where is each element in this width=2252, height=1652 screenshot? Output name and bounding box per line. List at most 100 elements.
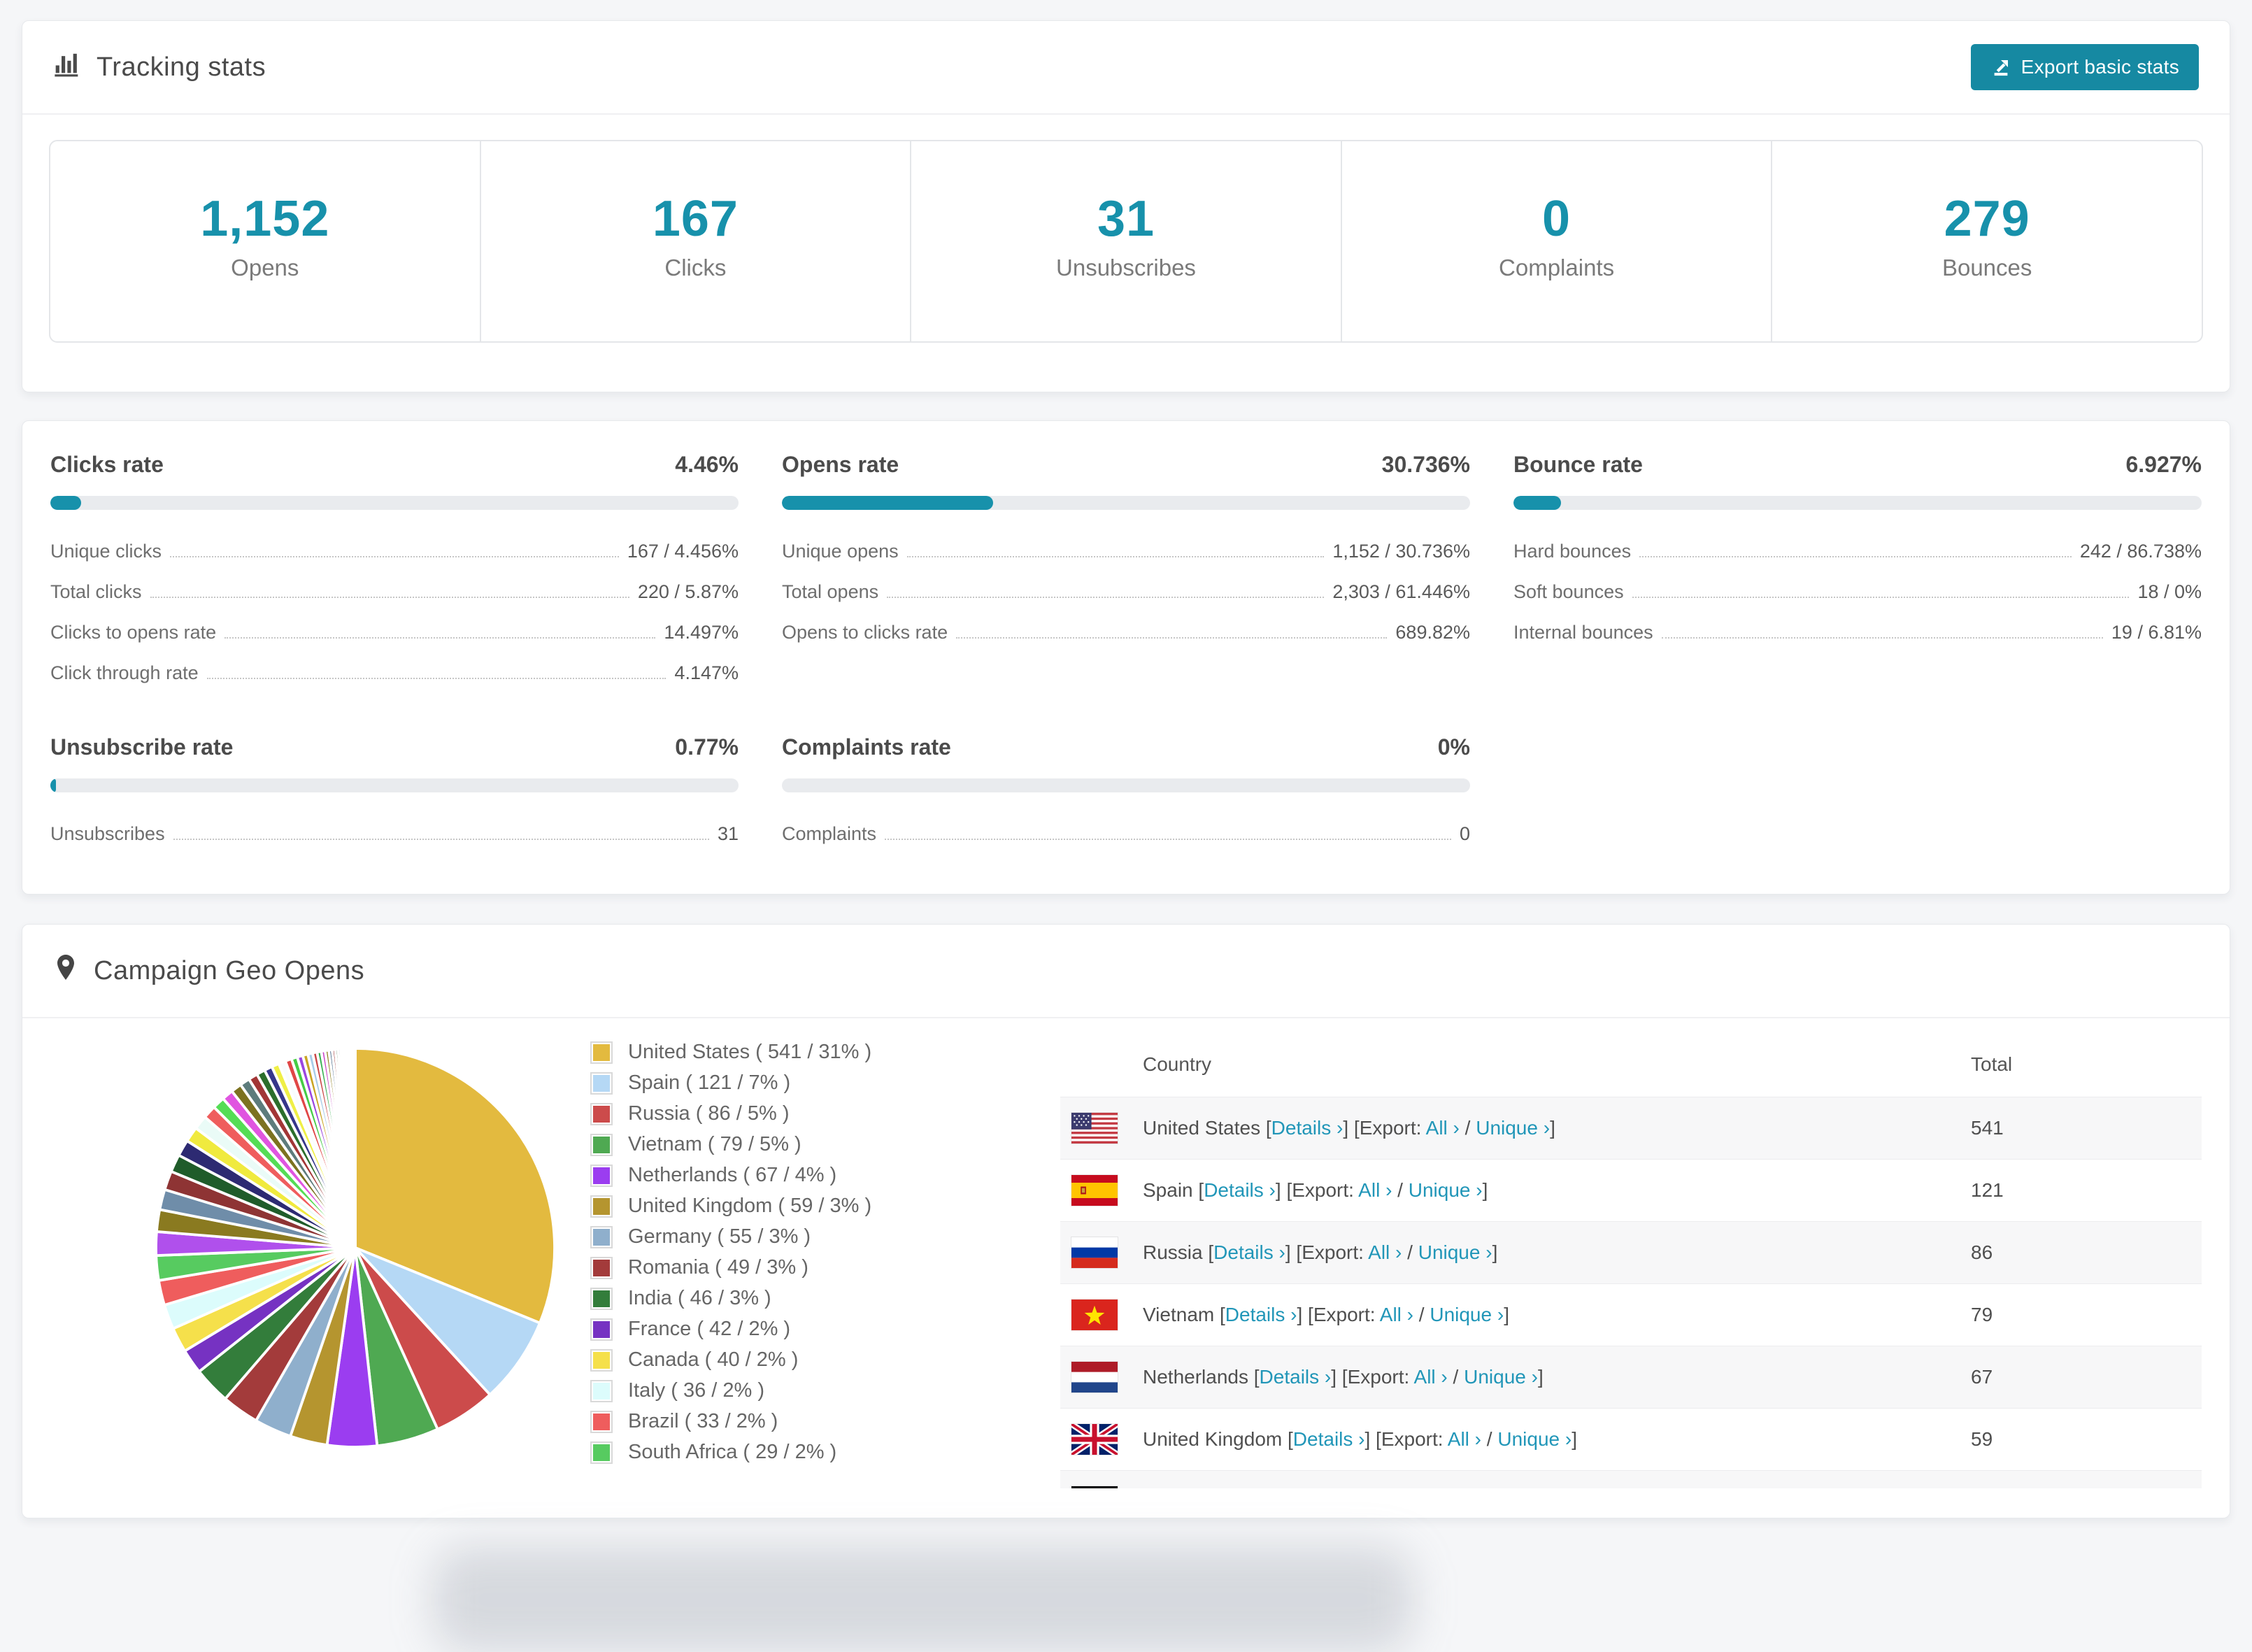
dotted-leader [956, 637, 1388, 639]
export-basic-stats-button[interactable]: Export basic stats [1970, 44, 2199, 90]
legend-item-france: France ( 42 / 2% ) [590, 1318, 1060, 1341]
rate-detail-value: 689.82% [1395, 622, 1470, 643]
progress-bar [50, 496, 739, 510]
rate-detail-value: 14.497% [664, 622, 739, 643]
slash: / [1392, 1179, 1409, 1201]
legend-label: Vietnam ( 79 / 5% ) [628, 1133, 801, 1155]
details-link[interactable]: Details › [1213, 1241, 1285, 1263]
gb-flag-icon [1060, 1424, 1143, 1455]
rate-head: Bounce rate 6.927% [1513, 452, 2202, 478]
progress-bar [50, 778, 739, 792]
rate-detail-value: 220 / 5.87% [637, 581, 739, 602]
bracket: [ [1220, 1304, 1225, 1325]
table-row-spain: Spain [Details ›] [Export: All › / Uniqu… [1060, 1159, 2202, 1221]
legend-swatch [590, 1379, 613, 1402]
legend-item-russia: Russia ( 86 / 5% ) [590, 1102, 1060, 1125]
dotted-leader [1632, 597, 2130, 598]
country-cell-spain: Spain [Details ›] [Export: All › / Uniqu… [1143, 1179, 1971, 1202]
bar-chart-icon [53, 50, 81, 85]
legend-label: India ( 46 / 3% ) [628, 1287, 771, 1309]
country-name: United States [1143, 1117, 1266, 1139]
bracket: [ [1253, 1366, 1260, 1388]
export-all-link[interactable]: All › [1426, 1117, 1460, 1139]
rate-title: Opens rate [782, 452, 899, 477]
rate-detail-label: Complaints [782, 823, 877, 844]
progress-bar [1513, 496, 2202, 510]
legend-label: Brazil ( 33 / 2% ) [628, 1410, 778, 1432]
export-label: Export: [1347, 1366, 1414, 1388]
export-all-link[interactable]: All › [1414, 1366, 1448, 1388]
legend-swatch [590, 1133, 613, 1156]
legend-label: Spain ( 121 / 7% ) [628, 1071, 791, 1094]
legend-swatch [590, 1164, 613, 1187]
export-label: Export: [1381, 1428, 1448, 1450]
export-all-link[interactable]: All › [1358, 1179, 1392, 1201]
rate-section-bounce-rate: Bounce rate 6.927% Hard bounces 242 / 86.73… [1513, 452, 2202, 684]
legend-label: Canada ( 40 / 2% ) [628, 1348, 799, 1371]
export-unique-link[interactable]: Unique › [1418, 1241, 1492, 1263]
rate-detail-value: 242 / 86.738% [2079, 541, 2202, 562]
tracking-stats-header: Tracking stats Export basic stats [22, 21, 2230, 115]
export-unique-link[interactable]: Unique › [1430, 1304, 1504, 1325]
details-link[interactable]: Details › [1225, 1304, 1297, 1325]
bracket: [ [1288, 1428, 1293, 1450]
details-link[interactable]: Details › [1271, 1117, 1344, 1139]
us-flag-icon [1060, 1113, 1143, 1144]
legend-swatch [590, 1102, 613, 1125]
rate-detail-rows: Hard bounces 242 / 86.738% Soft bounces 18 … [1513, 541, 2202, 643]
total-cell-united-states: 541 [1971, 1117, 2004, 1139]
legend-item-germany: Germany ( 55 / 3% ) [590, 1225, 1060, 1248]
ru-flag-icon [1060, 1237, 1143, 1268]
legend-item-vietnam: Vietnam ( 79 / 5% ) [590, 1133, 1060, 1156]
legend-swatch [590, 1071, 613, 1095]
legend-swatch [590, 1195, 613, 1218]
details-link[interactable]: Details › [1260, 1366, 1332, 1388]
rate-detail-row: Clicks to opens rate 14.497% [50, 622, 739, 643]
rate-detail-label: Clicks to opens rate [50, 622, 217, 643]
rate-detail-label: Unsubscribes [50, 823, 165, 844]
export-unique-link[interactable]: Unique › [1464, 1366, 1538, 1388]
bracket: ] [1482, 1179, 1488, 1201]
export-label: Export: [1313, 1304, 1380, 1325]
bracket: ] [ [1331, 1366, 1348, 1388]
table-row-united-states: United States [Details ›] [Export: All ›… [1060, 1097, 2202, 1159]
bracket: ] [1537, 1366, 1544, 1388]
geo-title-wrap: Campaign Geo Opens [53, 953, 364, 988]
export-unique-link[interactable]: Unique › [1497, 1428, 1572, 1450]
bracket: [ [1208, 1241, 1214, 1263]
map-pin-icon [53, 953, 78, 988]
details-link[interactable]: Details › [1293, 1428, 1365, 1450]
geo-table-header-row: Country Total [1060, 1032, 2202, 1097]
rate-detail-row: Unsubscribes 31 [50, 823, 739, 845]
progress-bar-fill [782, 496, 994, 510]
stat-label: Unsubscribes [1056, 255, 1196, 280]
rate-detail-label: Opens to clicks rate [782, 622, 948, 643]
progress-bar [782, 778, 1470, 792]
country-name: Spain [1143, 1179, 1199, 1201]
rate-head: Unsubscribe rate 0.77% [50, 734, 739, 760]
bracket: ] [1492, 1241, 1498, 1263]
details-link[interactable]: Details › [1204, 1179, 1276, 1201]
export-unique-link[interactable]: Unique › [1409, 1179, 1483, 1201]
export-label: Export: [1302, 1241, 1369, 1263]
export-all-link[interactable]: All › [1380, 1304, 1413, 1325]
total-cell-netherlands: 67 [1971, 1366, 1993, 1388]
country-name: Vietnam [1143, 1304, 1220, 1325]
export-unique-link[interactable]: Unique › [1476, 1117, 1550, 1139]
stat-label: Bounces [1941, 255, 2032, 280]
dotted-leader [887, 597, 1325, 598]
export-all-link[interactable]: All › [1448, 1428, 1481, 1450]
dotted-leader [885, 839, 1451, 840]
dashboard-page: Tracking stats Export basic stats 1,152 O… [22, 0, 2230, 1518]
rate-head: Clicks rate 4.46% [50, 452, 739, 478]
legend-swatch [590, 1041, 613, 1064]
rate-detail-label: Total opens [782, 581, 879, 602]
de-flag-icon [1060, 1486, 1143, 1488]
legend-item-brazil: Brazil ( 33 / 2% ) [590, 1410, 1060, 1433]
stat-box-complaints: 0 Complaints [1342, 141, 1773, 341]
rate-detail-label: Hard bounces [1513, 541, 1632, 562]
tracking-stats-title: Tracking stats [53, 50, 266, 85]
export-all-link[interactable]: All › [1368, 1241, 1402, 1263]
stat-label: Clicks [664, 255, 727, 280]
rate-percent: 6.927% [2125, 452, 2202, 477]
